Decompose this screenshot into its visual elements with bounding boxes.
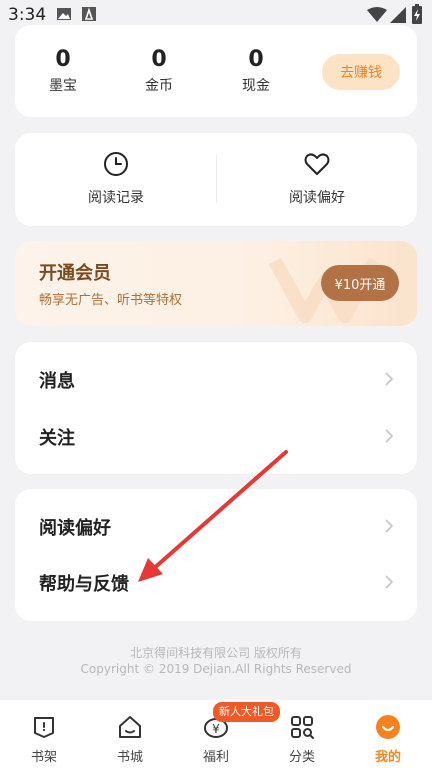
tab-bookshelf[interactable]: 书架 — [9, 714, 79, 765]
stat-label: 金币 — [145, 78, 173, 94]
shortcuts-card: 阅读记录 阅读偏好 — [15, 133, 417, 226]
chevron-right-icon — [385, 372, 393, 386]
chevron-right-icon — [385, 519, 393, 533]
menu-item-label: 帮助与反馈 — [39, 574, 129, 595]
bookshelf-icon — [34, 717, 54, 738]
vip-card[interactable]: 开通会员 畅享无广告、听书等特权 ¥10开通 — [15, 241, 417, 326]
stat-cash[interactable]: 0 现金 — [211, 47, 301, 95]
tab-label: 我的 — [374, 750, 401, 765]
vip-open-button[interactable]: ¥10开通 — [321, 265, 399, 301]
reading-history-shortcut[interactable]: 阅读记录 — [16, 151, 216, 207]
new-user-gift-badge: 新人大礼包 — [213, 702, 280, 722]
chevron-right-icon — [385, 575, 393, 589]
stat-mobao[interactable]: 0 墨宝 — [18, 47, 108, 95]
chevron-right-icon — [385, 429, 393, 443]
clock-icon — [104, 152, 128, 176]
app-notification-icon — [82, 7, 96, 21]
stat-value: 0 — [151, 47, 167, 72]
tab-label: 福利 — [202, 750, 229, 765]
tab-label: 书架 — [30, 750, 57, 765]
stat-label: 墨宝 — [49, 78, 77, 94]
vip-subtitle: 畅享无广告、听书等特权 — [39, 293, 183, 308]
wallet-card: 0 墨宝 0 金币 0 现金 去赚钱 — [15, 25, 417, 117]
bookstore-icon — [119, 716, 141, 738]
menu-group-2: 阅读偏好 帮助与反馈 — [15, 489, 417, 621]
menu-item-messages[interactable]: 消息 — [15, 352, 417, 408]
footer-company: 北京得间科技有限公司 版权所有 — [130, 646, 302, 660]
earn-money-button[interactable]: 去赚钱 — [322, 54, 400, 90]
battery-icon — [412, 4, 422, 24]
stat-label: 现金 — [242, 78, 270, 94]
menu-group-1: 消息 关注 — [15, 342, 417, 474]
cellular-signal-icon — [390, 7, 406, 23]
tab-category[interactable]: 分类 — [267, 714, 337, 765]
image-notification-icon — [57, 8, 71, 20]
profile-icon — [376, 715, 400, 739]
footer-copyright: Copyright © 2019 Dejian.All Rights Reser… — [80, 662, 352, 676]
stat-value: 0 — [248, 47, 264, 72]
vip-title: 开通会员 — [39, 263, 111, 284]
tab-bookstore[interactable]: 书城 — [95, 714, 165, 765]
menu-item-label: 消息 — [39, 371, 75, 392]
stat-value: 0 — [55, 47, 71, 72]
shortcut-label: 阅读偏好 — [289, 190, 345, 206]
svg-text:¥: ¥ — [212, 722, 220, 736]
tab-label: 分类 — [288, 750, 315, 765]
stat-coins[interactable]: 0 金币 — [114, 47, 204, 95]
menu-item-label: 关注 — [39, 428, 75, 449]
tab-profile[interactable]: 我的 — [353, 714, 423, 765]
menu-item-label: 阅读偏好 — [39, 518, 111, 539]
shortcut-label: 阅读记录 — [88, 190, 144, 206]
menu-item-help-feedback[interactable]: 帮助与反馈 — [15, 555, 417, 611]
tab-label: 书城 — [116, 750, 143, 765]
reading-preference-shortcut[interactable]: 阅读偏好 — [217, 151, 417, 207]
heart-icon — [304, 153, 330, 175]
wifi-icon — [367, 7, 387, 22]
menu-item-follow[interactable]: 关注 — [15, 409, 417, 465]
status-time: 3:34 — [8, 5, 47, 25]
menu-item-reading-preference[interactable]: 阅读偏好 — [15, 499, 417, 555]
category-icon — [291, 716, 314, 739]
